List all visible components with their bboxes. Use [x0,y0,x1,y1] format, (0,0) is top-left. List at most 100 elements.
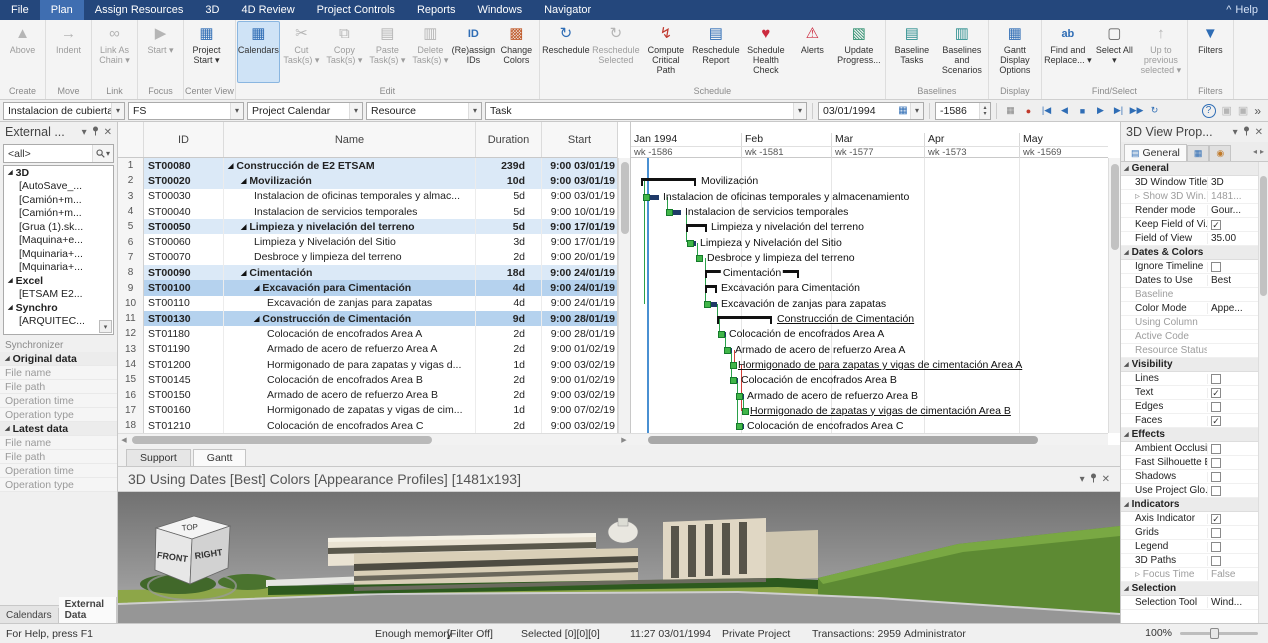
record-button[interactable]: ● [1020,102,1037,120]
task-row-ST00030[interactable]: 3 ST00030 Instalacion de oficinas temporal… [118,188,617,204]
tree-item-cami-n-m[interactable]: [Camión+m... [4,193,113,207]
ribbon-button-change-colors[interactable]: ▩ Change Colors [495,21,538,83]
gantt-summary-bar[interactable] [705,285,717,294]
task-row-ST01190[interactable]: 13 ST01190 Armado de acero de refuerzo Are… [118,341,617,357]
gantt-task-start-marker[interactable] [696,254,703,262]
expander-icon[interactable]: ◢ [1124,249,1129,256]
ribbon-button-delete-task-s[interactable]: ▥ Delete Task(s) ▾ [409,21,452,83]
cube-face-top-label[interactable]: TOP [181,522,198,532]
expander-icon[interactable]: ◢ [1124,585,1129,592]
toolbar-combo-link-type[interactable]: FS ▾ [128,101,244,120]
checkbox[interactable] [1211,401,1221,412]
collapse-ribbon-icon[interactable]: ^ [1226,4,1231,16]
expander-icon[interactable]: ◢ [1124,361,1129,368]
expander-icon[interactable]: ◢ [254,284,259,292]
gantt-task-start-marker[interactable] [687,239,694,247]
prop-focus-time[interactable]: ▹ Focus Time False [1121,568,1259,582]
menu-tab-file[interactable]: File [0,0,40,20]
gantt-task-start-marker[interactable] [730,361,737,369]
gantt-horizontal-scrollbar[interactable] [630,433,1108,445]
task-row-ST01210[interactable]: 18 ST01210 Colocación de encofrados Area C… [118,418,617,433]
ribbon-button-paste-task-s[interactable]: ▤ Paste Task(s) ▾ [366,21,409,83]
gantt-task-start-marker[interactable] [736,423,743,431]
close-icon[interactable]: ✕ [104,127,112,138]
loop-button[interactable]: ↻ [1146,102,1163,120]
chevron-down-icon[interactable]: ▾ [82,127,87,138]
prop-section-general[interactable]: ◢ General [1121,162,1259,176]
ribbon-button-copy-task-s[interactable]: ⧉ Copy Task(s) ▾ [323,21,366,83]
task-row-ST00100[interactable]: 9 ST00100 ◢ Excavación para Cimentación 4d 9:… [118,280,617,296]
expander-icon[interactable]: ◢ [1124,165,1129,172]
scrollbar-thumb[interactable] [132,436,432,444]
prop-fast-silhouette-e[interactable]: Fast Silhouette E... [1121,456,1259,470]
ribbon-button-alerts[interactable]: ⚠ Alerts [791,21,834,83]
prop-legend[interactable]: Legend [1121,540,1259,554]
tree-item-mquinaria[interactable]: [Mquinaria+... [4,247,113,261]
capture-icon[interactable]: ▣ [1222,104,1232,117]
ribbon-button-schedule-health-check[interactable]: ♥ Schedule Health Check [741,21,791,83]
pin-icon[interactable] [92,126,99,139]
panel-tab-calendars[interactable]: Calendars [0,608,59,623]
ribbon-button-find-and-replace[interactable]: ab Find and Replace... ▾ [1043,21,1093,83]
menu-tab-4d-review[interactable]: 4D Review [230,0,305,20]
gantt-task-start-marker[interactable] [643,193,650,201]
panel-tab-external-data[interactable]: External Data [58,597,117,623]
jump-to-start-button[interactable]: |◀ [1038,102,1055,120]
link-view-icon[interactable]: ▣ [1238,104,1248,117]
menu-tab-windows[interactable]: Windows [466,0,533,20]
ribbon-button-start[interactable]: ▶ Start ▾ [139,21,182,83]
toolbar-combo-task[interactable]: Task ▾ [485,101,807,120]
ribbon-button-re-assign-ids[interactable]: ID (Re)assign IDs [452,21,496,83]
ribbon-button-above[interactable]: ▲ Above [1,21,44,83]
prop-section-indicators[interactable]: ◢ Indicators [1121,498,1259,512]
menu-tab-assign-resources[interactable]: Assign Resources [84,0,195,20]
gantt-body[interactable]: Movilización Instalacion de oficinas temp… [631,158,1108,433]
spinner-icon[interactable]: ▴ ▾ [979,102,990,119]
task-row-ST01180[interactable]: 12 ST01180 Colocación de encofrados Area A… [118,326,617,342]
expander-icon[interactable]: ◢ [1124,501,1129,508]
prop-section-visibility[interactable]: ◢ Visibility [1121,358,1259,372]
menu-tab-plan[interactable]: Plan [39,0,84,20]
column-header-name[interactable]: Name [224,122,476,157]
ribbon-button-cut-task-s[interactable]: ✂ Cut Task(s) ▾ [280,21,323,83]
checkbox[interactable]: ✓ [1211,387,1221,398]
task-row-ST00080[interactable]: 1 ST00080 ◢ Construcción de E2 ETSAM 239d 9:0… [118,158,617,174]
playback-date-field[interactable]: 03/01/1994 ▦ ▾ [818,101,924,120]
prop-use-project-glo[interactable]: Use Project Glo... [1121,484,1259,498]
gantt-task-start-marker[interactable] [724,346,731,354]
ribbon-button-calendars[interactable]: ▦ Calendars [236,21,280,83]
ribbon-button-filters[interactable]: ▼ Filters [1189,21,1232,83]
prop-dates-to-use[interactable]: Dates to Use Best [1121,274,1259,288]
chevron-down-icon[interactable]: ▾ [1233,127,1238,138]
jump-to-end-button[interactable]: ▶▶ [1128,102,1145,120]
tree-item-excel[interactable]: ◢ Excel [4,274,113,288]
ribbon-button-project-start[interactable]: ▦ Project Start ▾ [185,21,228,83]
ribbon-button-up-to-previous-selected[interactable]: ↑ Up to previous selected ▾ [1136,21,1186,83]
tree-item-synchro[interactable]: ◢ Synchro [4,301,113,315]
checkbox[interactable] [1211,527,1221,538]
chevron-down-icon[interactable]: ▾ [1080,474,1085,485]
ribbon-button-compute-critical-path[interactable]: ↯ Compute Critical Path [641,21,691,83]
close-icon[interactable]: ✕ [1102,474,1110,485]
expander-icon[interactable]: ◢ [228,162,233,170]
checkbox[interactable] [1211,373,1221,384]
props-vertical-scrollbar[interactable] [1258,162,1268,623]
play-button[interactable]: ▶ [1092,102,1109,120]
prop-section-effects[interactable]: ◢ Effects [1121,428,1259,442]
week-number-field[interactable]: -1586 ▴ ▾ [935,101,991,120]
prop-3d-paths[interactable]: 3D Paths [1121,554,1259,568]
column-header-start[interactable]: Start [542,122,617,157]
help-menu[interactable]: ^ Help [1216,0,1268,20]
sync-row-file-path[interactable]: File path [0,450,117,464]
prop-baseline[interactable]: Baseline [1121,288,1259,302]
ribbon-button-reschedule-selected[interactable]: ↻ Reschedule Selected [591,21,641,83]
expander-icon[interactable]: ◢ [241,177,246,185]
tree-item-3d[interactable]: ◢ 3D [4,166,113,180]
prop-selection-tool[interactable]: Selection Tool Wind... [1121,596,1259,610]
expander-icon[interactable]: ◢ [8,277,13,284]
scrollbar-thumb[interactable] [1111,164,1119,250]
prop-shadows[interactable]: Shadows [1121,470,1259,484]
help-circle-icon[interactable]: ? [1201,103,1216,118]
ribbon-button-gantt-display-options[interactable]: ▦ Gantt Display Options [990,21,1040,83]
search-icon[interactable]: ▾ [91,145,113,162]
